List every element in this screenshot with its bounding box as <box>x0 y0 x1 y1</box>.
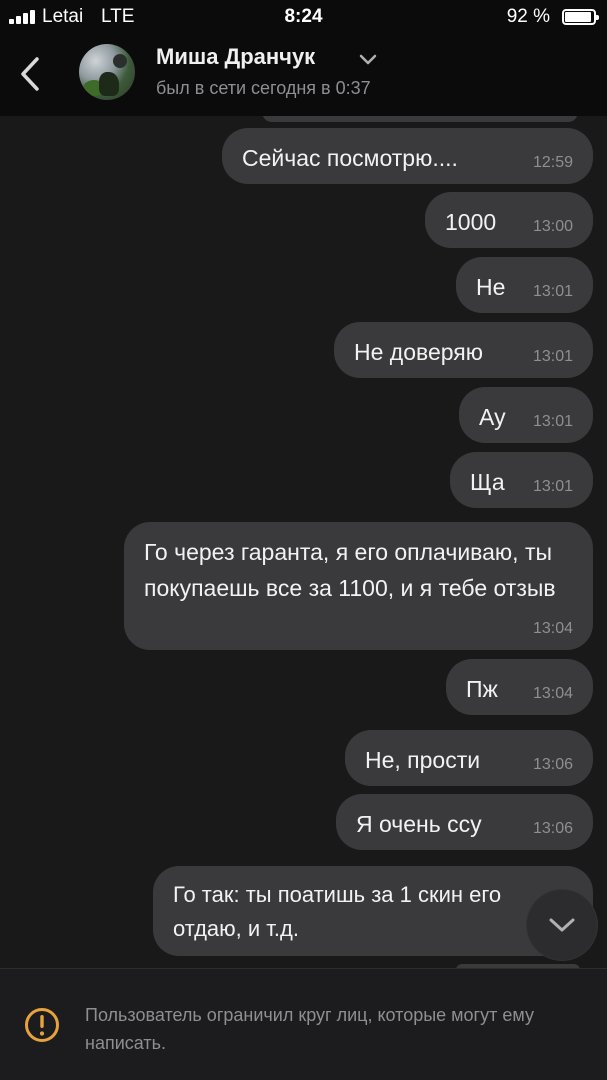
message-time: 13:00 <box>532 218 573 235</box>
last-seen-status: был в сети сегодня в 0:37 <box>156 78 371 98</box>
message-text: Не <box>476 274 506 300</box>
chevron-down-icon[interactable] <box>359 54 377 66</box>
message-bubble[interactable]: 1000 13:00 <box>425 192 593 248</box>
scroll-down-button[interactable] <box>527 890 597 960</box>
back-button[interactable] <box>12 52 48 96</box>
battery-percent: 92 % <box>506 6 550 27</box>
message-bubble[interactable]: Сейчас посмотрю.... 12:59 <box>222 128 593 184</box>
message-time: 13:04 <box>532 620 573 637</box>
message-bubble[interactable]: Не 13:01 <box>456 257 593 313</box>
restriction-text: Пользователь ограничил круг лиц, которые… <box>85 1005 534 1053</box>
message-text: Ау <box>479 404 506 430</box>
message-bubble[interactable]: Пж 13:04 <box>446 659 593 715</box>
message-time: 13:01 <box>532 348 573 365</box>
messaging-restricted-banner: Пользователь ограничил круг лиц, которые… <box>0 968 607 1080</box>
message-time: 13:01 <box>532 478 573 495</box>
message-text: Не доверяю <box>354 339 483 365</box>
message-time: 13:01 <box>532 283 573 300</box>
message-bubble[interactable]: Го через гаранта, я его оплачиваю, ты по… <box>124 522 593 650</box>
chevron-left-icon <box>21 57 39 91</box>
message-list[interactable]: Сейчас посмотрю.... 12:59 1000 13:00 Не … <box>0 116 607 968</box>
message-text: 1000 <box>445 209 497 235</box>
message-bubble[interactable]: Я очень ссу 13:06 <box>336 794 593 850</box>
message-bubble-partial <box>262 116 578 122</box>
message-bubble[interactable]: Не, прости 13:06 <box>345 730 593 786</box>
message-bubble[interactable]: Не доверяю 13:01 <box>334 322 593 378</box>
chat-header: Миша Дранчук был в сети сегодня в 0:37 <box>0 34 607 116</box>
message-time: 13:04 <box>532 685 573 702</box>
message-bubble[interactable]: Ща 13:01 <box>450 452 593 508</box>
battery-icon <box>562 9 599 25</box>
message-time: 13:01 <box>532 413 573 430</box>
message-text: Го так: ты поатишь за 1 скин его отдаю, … <box>173 882 502 941</box>
status-bar: Letai LTE 8:24 92 % <box>0 0 607 34</box>
battery-level-fill <box>565 12 591 22</box>
chat-screen: Letai LTE 8:24 92 % Миша Дранчук был в с… <box>0 0 607 1080</box>
message-text: Пж <box>466 676 498 702</box>
message-bubble[interactable]: Го так: ты поатишь за 1 скин его отдаю, … <box>153 866 593 956</box>
warning-icon <box>25 1008 59 1042</box>
message-text: Сейчас посмотрю.... <box>242 145 458 171</box>
message-time: 13:06 <box>532 756 573 773</box>
chevron-down-icon <box>549 918 575 932</box>
message-text: Я очень ссу <box>356 811 482 837</box>
message-time: 13:06 <box>532 820 573 837</box>
message-bubble[interactable]: Ау 13:01 <box>459 387 593 443</box>
contact-name[interactable]: Миша Дранчук <box>156 44 315 70</box>
message-text: Не, прости <box>365 747 481 773</box>
message-text: Го через гаранта, я его оплачиваю, ты по… <box>144 539 556 601</box>
contact-avatar[interactable] <box>79 44 135 100</box>
message-time: 12:59 <box>532 154 573 171</box>
message-text: Ща <box>470 469 505 495</box>
